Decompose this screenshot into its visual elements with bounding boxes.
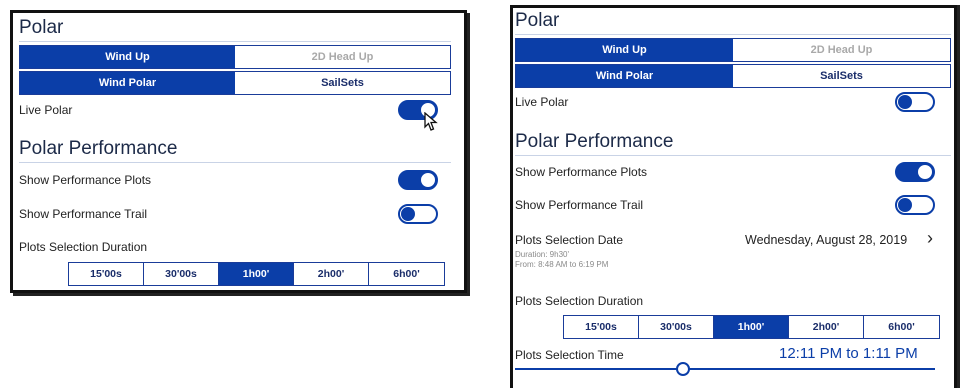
- left-settings-panel: Polar Wind Up 2D Head Up Wind Polar Sail…: [10, 10, 467, 293]
- show-trail-toggle[interactable]: [895, 195, 935, 215]
- tab-sailsets[interactable]: SailSets: [235, 72, 450, 94]
- tab-wind-polar[interactable]: Wind Polar: [20, 72, 235, 94]
- right-settings-panel: Polar Wind Up 2D Head Up Wind Polar Sail…: [510, 5, 957, 388]
- polar-performance-title: Polar Performance: [515, 131, 951, 156]
- duration-selector: 15'00s 30'00s 1h00' 2h00' 6h00': [563, 315, 940, 339]
- duration-label: Plots Selection Duration: [19, 240, 148, 254]
- mouse-pointer-icon: [424, 112, 438, 131]
- polar-mode-toggle-group: Wind Polar SailSets: [19, 71, 451, 95]
- duration-option[interactable]: 1h00': [714, 316, 789, 338]
- show-plots-label: Show Performance Plots: [515, 165, 648, 179]
- time-slider-thumb[interactable]: [676, 362, 690, 376]
- show-plots-label: Show Performance Plots: [19, 173, 152, 187]
- show-trail-label: Show Performance Trail: [19, 207, 148, 221]
- chevron-right-icon[interactable]: ›: [927, 228, 933, 249]
- duration-info: Duration: 9h30': [515, 250, 570, 259]
- time-value: 12:11 PM to 1:11 PM: [779, 345, 918, 362]
- duration-selector: 15'00s 30'00s 1h00' 2h00' 6h00': [68, 262, 445, 286]
- tab-wind-up[interactable]: Wind Up: [20, 46, 235, 68]
- duration-option[interactable]: 1h00': [219, 263, 294, 285]
- time-slider-track[interactable]: [515, 368, 935, 370]
- date-value[interactable]: Wednesday, August 28, 2019: [745, 233, 907, 247]
- duration-label: Plots Selection Duration: [515, 294, 644, 308]
- time-label: Plots Selection Time: [515, 348, 624, 362]
- tab-wind-up[interactable]: Wind Up: [516, 39, 733, 61]
- polar-mode-toggle-group: Wind Polar SailSets: [515, 64, 951, 88]
- from-info: From: 8:48 AM to 6:19 PM: [515, 260, 609, 269]
- show-trail-label: Show Performance Trail: [515, 198, 644, 212]
- view-mode-toggle-group: Wind Up 2D Head Up: [19, 45, 451, 69]
- duration-option[interactable]: 30'00s: [144, 263, 219, 285]
- duration-option[interactable]: 30'00s: [639, 316, 714, 338]
- duration-option[interactable]: 6h00': [864, 316, 939, 338]
- date-label: Plots Selection Date: [515, 233, 624, 247]
- polar-performance-title: Polar Performance: [19, 138, 451, 163]
- live-polar-label: Live Polar: [515, 95, 569, 109]
- tab-2d-head-up[interactable]: 2D Head Up: [235, 46, 450, 68]
- tab-wind-polar[interactable]: Wind Polar: [516, 65, 733, 87]
- duration-option[interactable]: 2h00': [294, 263, 369, 285]
- duration-option[interactable]: 2h00': [789, 316, 864, 338]
- view-mode-toggle-group: Wind Up 2D Head Up: [515, 38, 951, 62]
- polar-section-title: Polar: [515, 10, 951, 35]
- live-polar-label: Live Polar: [19, 103, 73, 117]
- duration-option[interactable]: 15'00s: [564, 316, 639, 338]
- live-polar-toggle[interactable]: [895, 92, 935, 112]
- duration-option[interactable]: 6h00': [369, 263, 444, 285]
- show-plots-toggle[interactable]: [398, 170, 438, 190]
- show-plots-toggle[interactable]: [895, 162, 935, 182]
- tab-sailsets[interactable]: SailSets: [733, 65, 950, 87]
- tab-2d-head-up[interactable]: 2D Head Up: [733, 39, 950, 61]
- polar-section-title: Polar: [19, 17, 451, 42]
- duration-option[interactable]: 15'00s: [69, 263, 144, 285]
- show-trail-toggle[interactable]: [398, 204, 438, 224]
